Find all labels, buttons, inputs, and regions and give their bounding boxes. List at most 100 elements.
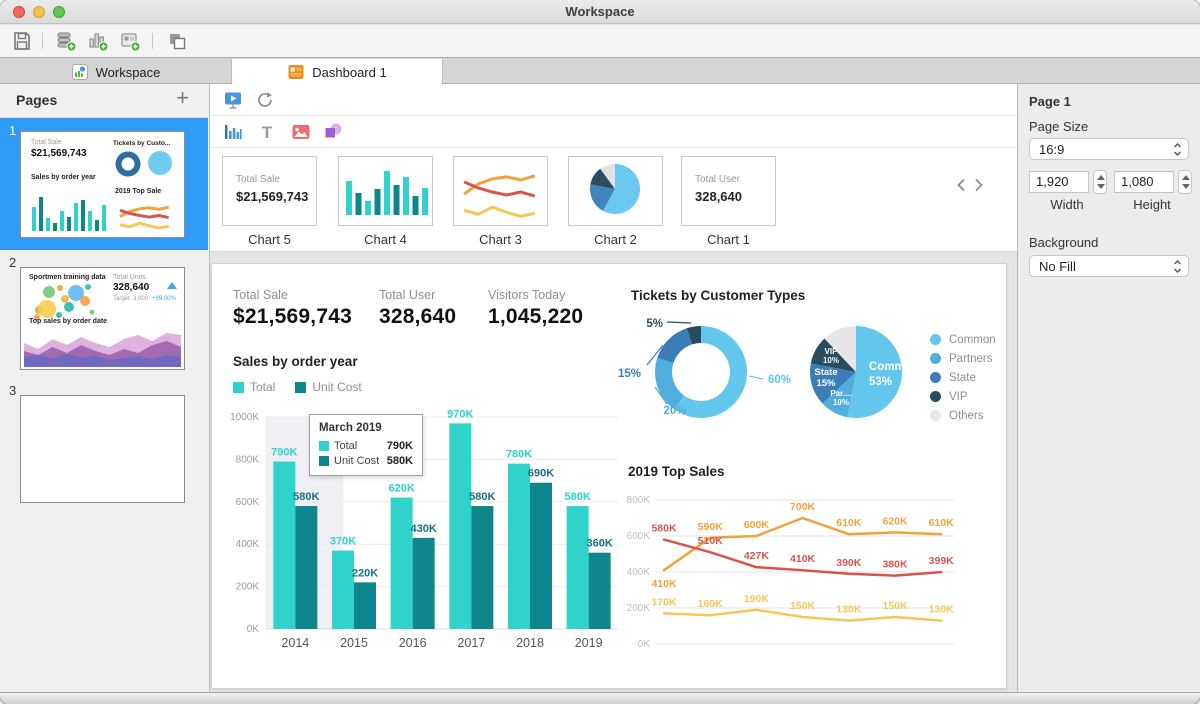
copy-button[interactable] xyxy=(166,30,188,52)
legend-label: VIP xyxy=(949,391,968,403)
page-2-thumbnail[interactable]: Sportmen training data Total Units 328,6… xyxy=(20,267,185,370)
gallery-card-chart5[interactable]: Total Sale $21,569,743 xyxy=(222,156,317,226)
chart-gallery: Total Sale $21,569,743 Chart 5 Chart 4 C… xyxy=(210,148,1017,252)
gallery-card-name: Chart 1 xyxy=(681,232,776,247)
close-button[interactable] xyxy=(13,6,25,18)
page-item-2[interactable]: 2 Sportmen training data Total Units 328… xyxy=(0,250,208,378)
sales-bar-chart[interactable]: 0K200K400K600K800K1000K790K580K2014370K2… xyxy=(230,392,622,662)
thumb-bubble-chart xyxy=(29,284,99,322)
save-button[interactable] xyxy=(11,30,33,52)
chart-tooltip: March 2019 Total 790K Unit Cost 580K xyxy=(309,414,423,476)
gallery-card-chart3[interactable] xyxy=(453,156,548,226)
dashboard-page[interactable]: Total Sale $21,569,743 Total User 328,64… xyxy=(211,263,1007,689)
kpi-value: $21,569,743 xyxy=(233,305,352,329)
gallery-mini-pie-chart xyxy=(569,157,662,225)
width-input[interactable]: 1,920 xyxy=(1029,171,1089,193)
legend-item-state[interactable]: State xyxy=(930,368,996,387)
svg-text:5%: 5% xyxy=(646,318,663,330)
thumb-bar-chart xyxy=(30,187,108,233)
text-tool-icon: T xyxy=(257,122,277,142)
widget-add-icon xyxy=(119,30,141,52)
thumb-area-title: Top sales by order date xyxy=(29,318,107,325)
preview-toolbar xyxy=(210,84,1017,116)
page-1-thumbnail[interactable]: Total Sale $21,569,743 Tickets by Custo.… xyxy=(20,131,185,238)
legend-dot xyxy=(930,391,941,402)
thumb-delta-label: +95.00% xyxy=(152,296,176,302)
kpi-visitors-today[interactable]: Visitors Today 1,045,220 xyxy=(488,288,583,329)
background-select[interactable]: No Fill xyxy=(1029,255,1189,277)
svg-text:170K: 170K xyxy=(651,596,677,608)
thumb-bar-title: Sales by order year xyxy=(31,174,96,181)
legend-item-vip[interactable]: VIP xyxy=(930,387,996,406)
svg-text:200K: 200K xyxy=(236,582,260,593)
main-toolbar xyxy=(0,25,1200,57)
height-stepper[interactable] xyxy=(1178,170,1192,194)
insert-toolbar: T xyxy=(210,116,1017,148)
svg-text:390K: 390K xyxy=(836,557,862,569)
insert-shape-button[interactable] xyxy=(323,122,343,142)
add-chart-button[interactable] xyxy=(87,30,109,52)
refresh-button[interactable] xyxy=(255,90,275,110)
thumb-line-chart xyxy=(113,198,177,232)
kpi-total-user[interactable]: Total User 328,640 xyxy=(379,288,456,329)
kpi-total-sale[interactable]: Total Sale $21,569,743 xyxy=(233,288,352,329)
gallery-card-chart4[interactable] xyxy=(338,156,433,226)
tickets-donut-pie-charts[interactable]: 60%20%15%5%Common53%Par....10%State15%VI… xyxy=(617,309,917,449)
page-3-thumbnail[interactable] xyxy=(20,395,185,503)
legend-item-common[interactable]: Common xyxy=(930,330,996,349)
svg-text:510K: 510K xyxy=(698,535,724,547)
svg-text:400K: 400K xyxy=(627,567,651,578)
tooltip-row: Unit Cost 580K xyxy=(319,455,413,467)
page-size-select[interactable]: 16:9 xyxy=(1029,138,1189,160)
gallery-card-chart2[interactable] xyxy=(568,156,663,226)
thumb-tickets-title: Tickets by Custo... xyxy=(113,140,170,147)
svg-text:427K: 427K xyxy=(744,550,770,562)
width-label: Width xyxy=(1029,197,1105,212)
gallery-next-button[interactable] xyxy=(974,178,988,194)
chart-add-icon xyxy=(87,30,109,52)
width-stepper[interactable] xyxy=(1093,170,1107,194)
svg-text:150K: 150K xyxy=(790,600,816,612)
svg-text:380K: 380K xyxy=(882,559,908,571)
tickets-legend[interactable]: Common Partners State VIP Others xyxy=(930,330,996,425)
legend-dot xyxy=(930,410,941,421)
workspace-tab-icon xyxy=(71,63,89,81)
gallery-card-chart1[interactable]: Total User 328,640 xyxy=(681,156,776,226)
tab-dashboard-1[interactable]: Dashboard 1 xyxy=(232,59,443,85)
gallery-prev-button[interactable] xyxy=(956,178,970,194)
svg-text:0K: 0K xyxy=(638,639,651,650)
legend-item-others[interactable]: Others xyxy=(930,406,996,425)
height-input[interactable]: 1,080 xyxy=(1114,171,1174,193)
gallery-card-name: Chart 5 xyxy=(222,232,317,247)
zoom-button[interactable] xyxy=(53,6,65,18)
top-sales-line-chart[interactable]: 0K200K400K600K800K410K590K600K700K610K62… xyxy=(622,478,1000,666)
toolbar-separator xyxy=(152,33,153,49)
preview-button[interactable] xyxy=(223,90,243,110)
minimize-button[interactable] xyxy=(33,6,45,18)
svg-text:410K: 410K xyxy=(651,578,677,590)
svg-text:400K: 400K xyxy=(236,539,260,550)
insert-image-button[interactable] xyxy=(291,122,311,142)
thumb-kpi-label: Total Sale xyxy=(31,139,62,146)
chevron-left-icon xyxy=(956,178,966,192)
add-widget-button[interactable] xyxy=(119,30,141,52)
add-data-button[interactable] xyxy=(55,30,77,52)
page-item-1[interactable]: 1 Total Sale $21,569,743 Tickets by Cust… xyxy=(0,118,208,250)
add-page-button[interactable]: + xyxy=(176,85,189,111)
page-number: 2 xyxy=(9,255,16,270)
svg-text:610K: 610K xyxy=(929,517,955,529)
svg-text:2014: 2014 xyxy=(281,636,309,650)
svg-text:T: T xyxy=(262,123,273,142)
legend-item-partners[interactable]: Partners xyxy=(930,349,996,368)
select-stepper-icon xyxy=(1173,259,1182,274)
thumb-units-label: Total Units xyxy=(113,274,146,281)
svg-text:2018: 2018 xyxy=(516,636,544,650)
svg-text:1000K: 1000K xyxy=(230,412,259,423)
svg-text:Par....: Par.... xyxy=(830,389,851,398)
insert-chart-button[interactable] xyxy=(223,122,243,142)
tab-workspace[interactable]: Workspace xyxy=(0,59,232,85)
page-item-3[interactable]: 3 xyxy=(0,378,208,508)
insert-text-button[interactable]: T xyxy=(257,122,277,142)
page-size-label: Page Size xyxy=(1029,119,1088,134)
copy-icon xyxy=(166,30,188,52)
